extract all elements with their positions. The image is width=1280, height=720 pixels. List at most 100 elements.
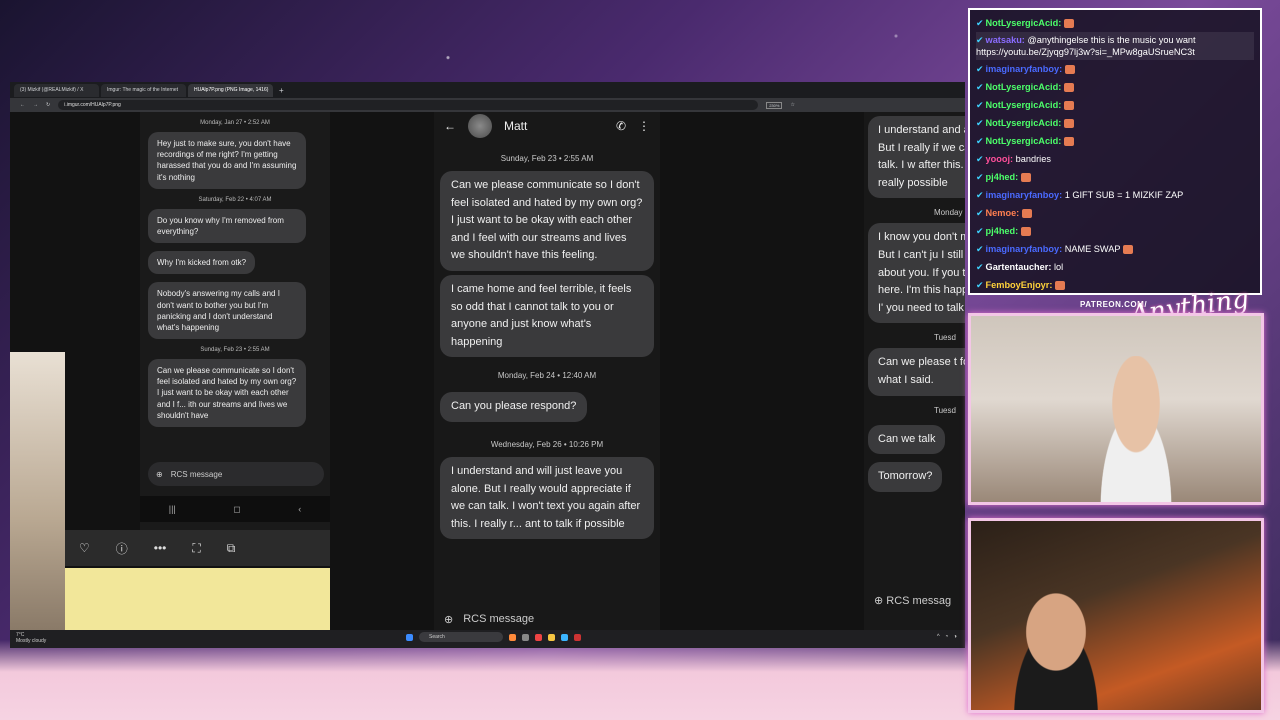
timestamp: Saturday, Feb 22 • 4:07 AM: [198, 196, 272, 203]
message-bubble: Can we please communicate so I don't fee…: [148, 359, 306, 427]
chat-message: ✔ NotLysergicAcid:: [976, 132, 1254, 150]
browser-tab-1[interactable]: Imgur: The magic of the Internet: [101, 83, 186, 97]
chat-username[interactable]: imaginaryfanboy:: [986, 244, 1063, 254]
compose-bar-small[interactable]: ⊕ RCS message: [148, 462, 324, 486]
chat-username[interactable]: yoooj:: [986, 154, 1014, 164]
phone-screenshot-small: Monday, Jan 27 • 2:52 AM Hey just to make…: [140, 112, 330, 552]
chat-message: ✔ NotLysergicAcid:: [976, 78, 1254, 96]
folder-icon[interactable]: [548, 633, 555, 641]
compose-input-right[interactable]: RCS messag: [886, 595, 951, 607]
plus-icon[interactable]: ⊕: [874, 595, 883, 607]
browser-tab-2[interactable]: HUAlp7P.png (PNG Image, 1416): [188, 83, 273, 97]
badge-icon: ✔: [976, 208, 984, 218]
app-icon[interactable]: [574, 633, 581, 641]
chevron-up-icon[interactable]: ^: [937, 634, 940, 640]
forward-icon[interactable]: →: [33, 102, 38, 108]
timestamp: Monday, Jan 27 • 2:52 AM: [200, 120, 270, 126]
home-icon[interactable]: ◻: [233, 504, 240, 515]
message-bubble: I came home and feel terrible, it feels …: [440, 274, 654, 358]
chat-username[interactable]: NotLysergicAcid:: [986, 82, 1062, 92]
back-arrow-icon[interactable]: ←: [444, 119, 456, 133]
scan-icon[interactable]: ⧉: [227, 541, 236, 556]
plus-icon[interactable]: ⊕: [444, 613, 453, 626]
back-nav-icon[interactable]: ‹: [298, 504, 301, 514]
chat-text: bandries: [1015, 154, 1051, 164]
message-row: Can you please respond?: [434, 388, 660, 426]
menu-dots-icon[interactable]: ⋮: [638, 119, 650, 133]
badge-icon: ✔: [976, 262, 984, 272]
badge-icon: ✔: [976, 172, 984, 182]
badge-icon: ✔: [976, 82, 984, 92]
app-icon[interactable]: [561, 633, 568, 641]
recents-icon[interactable]: |||: [169, 504, 176, 514]
phone-screenshot-main: ← Matt ✆ ⋮ Sunday, Feb 23 • 2:55 AM Can w…: [434, 112, 660, 630]
chat-username[interactable]: NotLysergicAcid:: [986, 18, 1062, 28]
chat-username[interactable]: NotLysergicAcid:: [986, 136, 1062, 146]
taskbar-apps: Search: [406, 632, 581, 642]
heart-icon[interactable]: ♡: [79, 541, 90, 555]
left-camera-feed: [10, 352, 65, 630]
chat-username[interactable]: NotLysergicAcid:: [986, 100, 1062, 110]
screen-capture: (3) Mizkif (@REALMizkif) / X Imgur: The …: [10, 82, 965, 648]
timestamp: Monday, Feb 24 • 12:40 AM: [497, 371, 597, 381]
crop-icon[interactable]: ⛶: [192, 541, 200, 556]
taskbar-search[interactable]: Search: [419, 632, 503, 642]
emote-icon: [1063, 119, 1074, 129]
chat-message: ✔ pj4hed:: [976, 222, 1254, 240]
stream-chat: ✔ NotLysergicAcid: ✔ watsaku: @anythingels…: [968, 8, 1262, 295]
yellow-panel: [65, 568, 330, 630]
phone-icon[interactable]: ✆: [616, 119, 626, 133]
info-icon[interactable]: ⓘ: [116, 540, 128, 557]
message-row: Why I'm kicked from otk?: [140, 247, 330, 278]
address-bar: ← → ↻ i.imgur.com/HUAlp7P.png 230% ☆: [10, 98, 965, 112]
badge-icon: ✔: [976, 35, 984, 45]
chat-username[interactable]: imaginaryfanboy:: [986, 190, 1063, 200]
chat-username[interactable]: NotLysergicAcid:: [986, 118, 1062, 128]
compose-input-main[interactable]: RCS message: [463, 613, 534, 625]
more-icon[interactable]: •••: [154, 541, 167, 555]
url-input[interactable]: i.imgur.com/HUAlp7P.png: [58, 100, 759, 110]
compose-bar-right[interactable]: ⊕ RCS messag: [874, 594, 951, 607]
message-list-main: Sunday, Feb 23 • 2:55 AM Can we please co…: [434, 154, 660, 540]
chat-username[interactable]: watsaku:: [986, 35, 1025, 45]
timestamp: Tuesd: [934, 405, 956, 415]
app-icon[interactable]: [509, 633, 516, 641]
chat-username[interactable]: Gartentaucher:: [986, 262, 1052, 272]
emote-icon: [1020, 173, 1031, 183]
chat-username[interactable]: pj4hed:: [986, 226, 1019, 236]
browser-tab-0[interactable]: (3) Mizkif (@REALMizkif) / X: [14, 83, 99, 97]
chat-text: lol: [1053, 262, 1064, 272]
streamer-webcam: [968, 313, 1264, 505]
chat-username[interactable]: Nemoe:: [986, 208, 1020, 218]
network-icon[interactable]: ◔: [945, 634, 949, 640]
badge-icon: ✔: [976, 64, 984, 74]
imgur-action-bar: ♡ ⓘ ••• ⛶ ⧉: [65, 530, 330, 566]
message-bubble: I know you don't me. But I can't ju I st…: [868, 223, 965, 324]
message-bubble: I understand and alone. But I really if …: [868, 116, 965, 199]
message-bubble: Why I'm kicked from otk?: [148, 251, 256, 275]
app-icon[interactable]: [522, 633, 529, 641]
timestamp: Sunday, Feb 23 • 2:55 AM: [500, 154, 594, 163]
chat-username[interactable]: imaginaryfanboy:: [986, 64, 1063, 74]
chat-text: 1 GIFT SUB = 1 MIZKIF ZAP: [1064, 190, 1184, 200]
message-bubble: Do you know why I'm removed from everyth…: [148, 208, 306, 244]
star-icon[interactable]: ☆: [790, 102, 794, 108]
message-bubble: Hey just to make sure, you don't have re…: [148, 132, 306, 189]
start-icon[interactable]: [406, 633, 413, 641]
chat-message: ✔ Gartentaucher: lol: [976, 258, 1254, 276]
weather-widget[interactable]: 7°C Mostly cloudy: [16, 632, 46, 644]
back-icon[interactable]: ←: [20, 102, 25, 108]
new-tab-icon[interactable]: +: [275, 86, 288, 95]
emote-icon: [1063, 137, 1074, 147]
compose-bar-main[interactable]: ⊕ RCS message: [444, 608, 664, 630]
zoom-badge[interactable]: 230%: [766, 101, 783, 109]
app-icon[interactable]: [535, 633, 542, 641]
badge-icon: ✔: [976, 244, 984, 254]
chat-username[interactable]: FemboyEnjoyr:: [986, 280, 1053, 290]
volume-icon[interactable]: ◑: [953, 634, 957, 640]
plus-icon[interactable]: ⊕: [156, 470, 163, 479]
reload-icon[interactable]: ↻: [46, 102, 50, 108]
compose-input-small[interactable]: RCS message: [171, 470, 223, 479]
chat-message: ✔ imaginaryfanboy:: [976, 60, 1254, 78]
chat-username[interactable]: pj4hed:: [986, 172, 1019, 182]
